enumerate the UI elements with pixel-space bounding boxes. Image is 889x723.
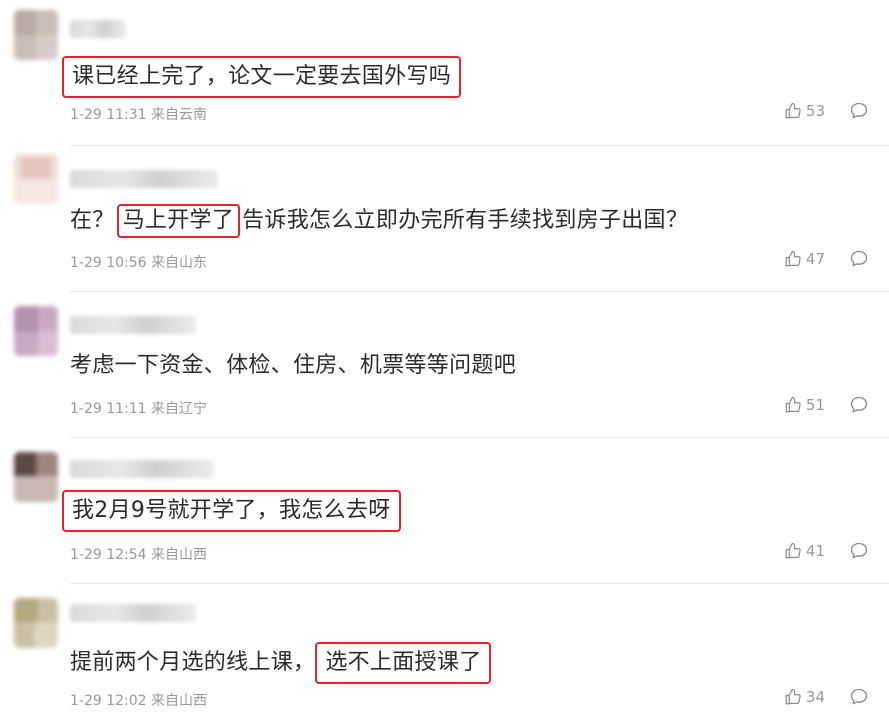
comment-text: 考虑一下资金、体检、住房、机票等等问题吧: [70, 350, 516, 382]
comment-location: 来自山西: [151, 547, 208, 563]
comment-item: 考虑一下资金、体检、住房、机票等等问题吧 1-29 11:11 来自辽宁 51: [0, 292, 889, 438]
comment-text: 我2月9号就开学了，我怎么去呀: [62, 490, 401, 532]
comment-item: 课已经上完了，论文一定要去国外写吗 1-29 11:31 来自云南 53: [0, 0, 889, 146]
comment-actions: 41: [784, 541, 869, 561]
like-count: 47: [805, 250, 825, 268]
comment-bubble-icon: [849, 541, 869, 561]
reply-button[interactable]: [849, 249, 869, 269]
comment-actions: 53: [784, 101, 869, 121]
like-button[interactable]: 47: [784, 250, 825, 268]
comment-text: 课已经上完了，论文一定要去国外写吗: [62, 56, 462, 98]
comment-text-segment: 提前两个月选的线上课，: [70, 650, 316, 675]
comment-bubble-icon: [849, 687, 869, 707]
like-button[interactable]: 53: [784, 102, 825, 120]
avatar[interactable]: [14, 306, 58, 356]
comment-time: 1-29 11:31: [70, 107, 147, 123]
comment-text: 提前两个月选的线上课， 选不上面授课了: [70, 642, 492, 684]
comment-item: 提前两个月选的线上课， 选不上面授课了 1-29 12:02 来自山西 34: [0, 584, 889, 723]
comment-meta: 1-29 10:56 来自山东: [70, 252, 207, 272]
username-blurred[interactable]: [70, 170, 218, 188]
comment-location: 来自山西: [151, 693, 208, 709]
highlighted-text: 马上开学了: [116, 204, 241, 238]
comment-meta: 1-29 11:31 来自云南: [70, 104, 207, 124]
reply-button[interactable]: [849, 541, 869, 561]
avatar[interactable]: [14, 154, 58, 204]
like-button[interactable]: 34: [784, 688, 825, 706]
reply-button[interactable]: [849, 687, 869, 707]
comment-location: 来自辽宁: [151, 401, 208, 417]
username-blurred[interactable]: [70, 316, 196, 334]
comment-bubble-icon: [849, 101, 869, 121]
comment-item: 在？ 马上开学了 告诉我怎么立即办完所有手续找到房子出国？ 1-29 10:56 来…: [0, 146, 889, 292]
like-button[interactable]: 41: [784, 542, 825, 560]
username-blurred[interactable]: [70, 604, 196, 622]
like-count: 51: [805, 396, 825, 414]
thumbs-up-icon: [784, 396, 802, 414]
reply-button[interactable]: [849, 101, 869, 121]
thumbs-up-icon: [784, 250, 802, 268]
comment-text-segment: 考虑一下资金、体检、住房、机票等等问题吧: [70, 353, 517, 378]
thumbs-up-icon: [784, 542, 802, 560]
comment-bubble-icon: [849, 249, 869, 269]
comment-time: 1-29 11:11: [70, 401, 147, 417]
like-count: 53: [805, 102, 825, 120]
username-blurred[interactable]: [70, 20, 126, 38]
comment-time: 1-29 12:54: [70, 547, 147, 563]
comment-meta: 1-29 12:54 来自山西: [70, 544, 207, 564]
comment-meta: 1-29 12:02 来自山西: [70, 690, 207, 710]
comment-item: 我2月9号就开学了，我怎么去呀 1-29 12:54 来自山西 41: [0, 438, 889, 584]
comment-actions: 47: [784, 249, 869, 269]
like-button[interactable]: 51: [784, 396, 825, 414]
avatar[interactable]: [14, 452, 58, 502]
thumbs-up-icon: [784, 688, 802, 706]
reply-button[interactable]: [849, 395, 869, 415]
like-count: 34: [805, 688, 825, 706]
avatar[interactable]: [14, 598, 58, 648]
comment-bubble-icon: [849, 395, 869, 415]
highlighted-text: 课已经上完了，论文一定要去国外写吗: [62, 56, 462, 98]
username-blurred[interactable]: [70, 460, 214, 478]
comment-text: 在？ 马上开学了 告诉我怎么立即办完所有手续找到房子出国？: [70, 204, 688, 238]
comment-actions: 34: [784, 687, 869, 707]
avatar[interactable]: [14, 10, 58, 60]
comment-text-segment: 告诉我怎么立即办完所有手续找到房子出国？: [242, 208, 689, 233]
highlighted-text: 我2月9号就开学了，我怎么去呀: [62, 490, 401, 532]
comment-time: 1-29 12:02: [70, 693, 147, 709]
comment-text-segment: 在？: [70, 208, 115, 233]
comment-location: 来自山东: [151, 255, 208, 271]
thumbs-up-icon: [784, 102, 802, 120]
comment-location: 来自云南: [151, 107, 208, 123]
comment-meta: 1-29 11:11 来自辽宁: [70, 398, 207, 418]
like-count: 41: [805, 542, 825, 560]
highlighted-text: 选不上面授课了: [315, 642, 492, 684]
comment-actions: 51: [784, 395, 869, 415]
comment-time: 1-29 10:56: [70, 255, 147, 271]
